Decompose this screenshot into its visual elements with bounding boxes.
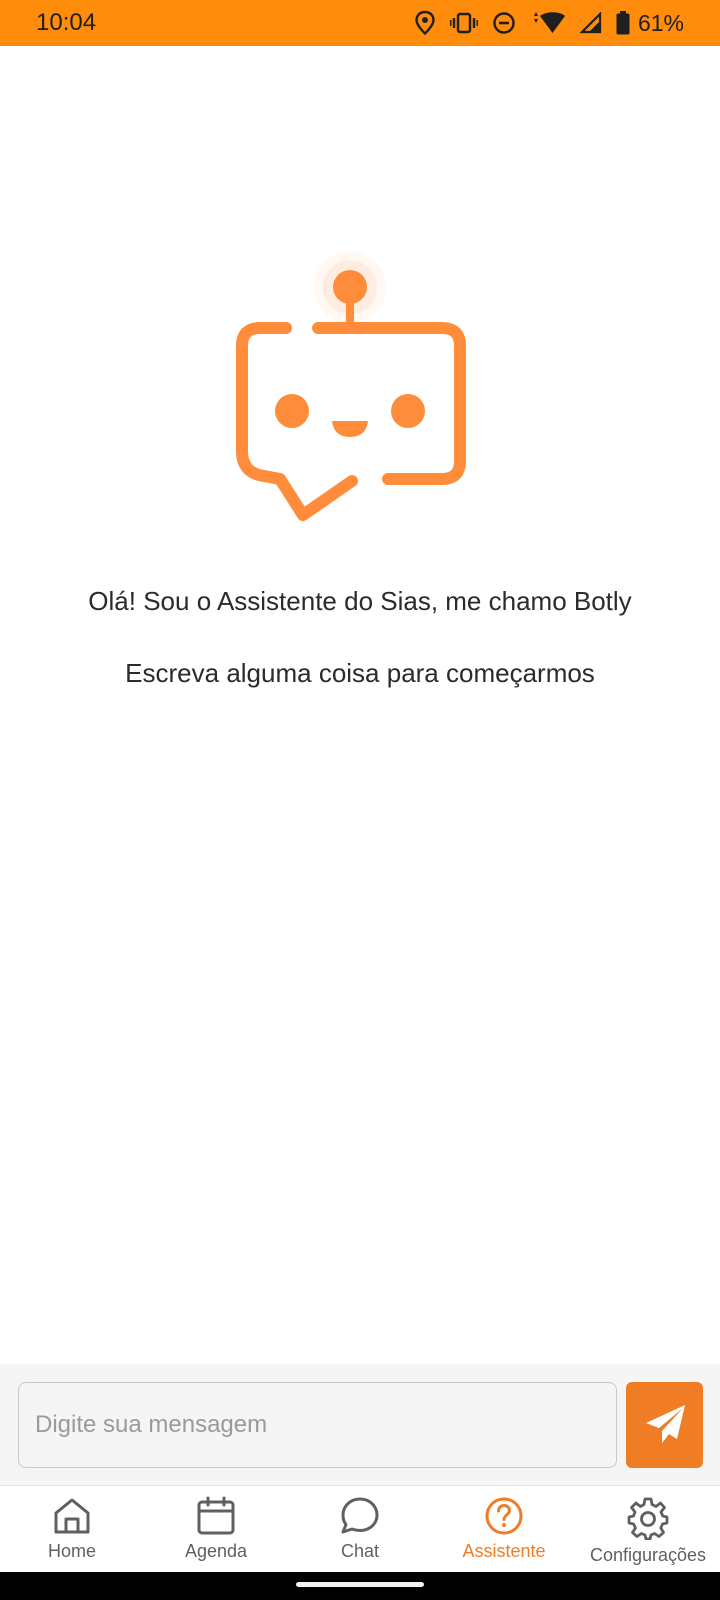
battery-percentage: 61% <box>637 9 684 36</box>
bottom-navigation: Home Agenda Chat Assistente Configuraçõe… <box>0 1485 720 1572</box>
calendar-icon <box>196 1496 236 1536</box>
nav-item-assistente[interactable]: Assistente <box>432 1486 576 1572</box>
nav-label-configuracoes: Configurações <box>589 1545 707 1565</box>
chat-bubble-icon <box>340 1496 380 1536</box>
gear-icon <box>626 1496 670 1540</box>
robot-chat-bubble-icon <box>230 251 490 576</box>
signal-icon <box>579 12 602 34</box>
prompt-text: Escreva alguma coisa para começarmos <box>125 658 595 688</box>
nav-item-home[interactable]: Home <box>0 1486 144 1572</box>
paper-plane-icon <box>643 1402 687 1449</box>
do-not-disturb-icon <box>492 11 516 35</box>
send-button[interactable] <box>626 1382 703 1468</box>
wifi-icon <box>530 11 566 35</box>
status-time: 10:04 <box>36 9 97 36</box>
home-icon <box>52 1496 92 1536</box>
battery-icon <box>616 11 630 35</box>
nav-label-home: Home <box>47 1541 96 1561</box>
nav-item-configuracoes[interactable]: Configurações <box>576 1486 720 1572</box>
gesture-handle[interactable] <box>296 1582 424 1587</box>
vibrate-icon <box>449 12 478 34</box>
nav-label-agenda: Agenda <box>184 1541 248 1561</box>
help-circle-icon <box>484 1496 524 1536</box>
gesture-bar <box>0 1572 720 1600</box>
greeting-text: Olá! Sou o Assistente do Sias, me chamo … <box>88 586 632 616</box>
nav-label-chat: Chat <box>340 1541 380 1561</box>
nav-item-agenda[interactable]: Agenda <box>144 1486 288 1572</box>
location-icon <box>414 10 436 36</box>
assistant-welcome: Olá! Sou o Assistente do Sias, me chamo … <box>0 46 720 1364</box>
status-bar: 10:04 61% <box>0 0 720 46</box>
nav-label-assistente: Assistente <box>462 1541 546 1561</box>
message-composer <box>0 1364 720 1485</box>
nav-item-chat[interactable]: Chat <box>288 1486 432 1572</box>
message-input[interactable] <box>18 1382 617 1468</box>
assistant-screen: 10:04 61% Olá! Sou o Assistente do Sias,… <box>0 0 720 1600</box>
status-icons: 61% <box>414 10 684 37</box>
